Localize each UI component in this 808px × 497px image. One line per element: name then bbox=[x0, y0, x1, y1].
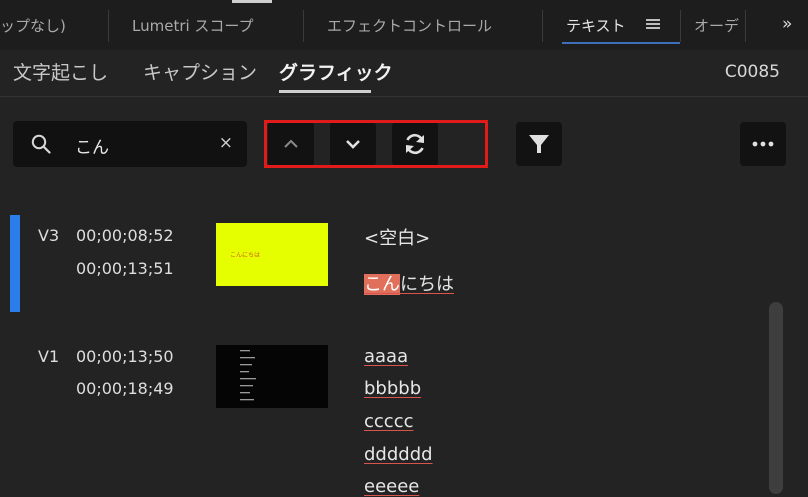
panel-accent bbox=[232, 0, 272, 3]
tab-divider bbox=[108, 10, 109, 42]
selected-row-indicator bbox=[10, 215, 20, 312]
caption-line[interactable]: ccccc bbox=[364, 411, 413, 432]
text-panel-tabs: 文字起こし キャプション グラフィック C0085 bbox=[0, 50, 808, 97]
panel-tab-text[interactable]: テキスト bbox=[566, 15, 626, 36]
out-timecode: 00;00;13;51 bbox=[76, 259, 174, 278]
caption-text-rest: にちは bbox=[400, 274, 454, 295]
active-tab-underline bbox=[279, 90, 371, 93]
search-input[interactable]: こん bbox=[75, 133, 109, 158]
tab-divider bbox=[680, 10, 681, 42]
search-icon bbox=[31, 134, 51, 154]
clear-search-icon[interactable]: × bbox=[219, 133, 233, 153]
tab-graphics[interactable]: グラフィック bbox=[279, 58, 393, 85]
in-timecode: 00;00;13;50 bbox=[76, 347, 174, 366]
panel-tab-program[interactable]: ップなし) bbox=[0, 15, 66, 36]
out-timecode: 00;00;18;49 bbox=[76, 379, 174, 398]
panel-menu-icon[interactable] bbox=[646, 19, 660, 29]
vertical-scrollbar[interactable] bbox=[769, 302, 783, 494]
track-label: V3 bbox=[38, 226, 60, 245]
caption-line[interactable]: aaaa bbox=[364, 346, 408, 367]
annotation-highlight-box bbox=[264, 120, 488, 168]
in-timecode: 00;00;08;52 bbox=[76, 226, 174, 245]
track-label: V1 bbox=[38, 347, 60, 366]
caption-line[interactable]: bbbbb bbox=[364, 378, 421, 399]
tab-divider bbox=[542, 10, 543, 42]
thumbnail-text: こんにちは bbox=[230, 252, 261, 259]
clip-thumbnail[interactable] bbox=[216, 345, 328, 408]
tab-captions[interactable]: キャプション bbox=[143, 58, 257, 85]
panel-tab-audio[interactable]: オーデ bbox=[694, 15, 739, 36]
more-dots-icon bbox=[752, 141, 774, 147]
search-match: こん bbox=[364, 274, 400, 295]
tab-divider bbox=[745, 10, 746, 42]
empty-caption[interactable]: <空白> bbox=[364, 224, 430, 250]
filter-button[interactable] bbox=[516, 122, 562, 166]
panel-tab-lumetri-scopes[interactable]: Lumetri スコープ bbox=[132, 15, 254, 36]
more-options-button[interactable] bbox=[740, 122, 786, 166]
filter-icon bbox=[529, 135, 549, 153]
tab-divider bbox=[303, 10, 304, 42]
clip-name: C0085 bbox=[724, 62, 780, 82]
caption-text[interactable]: こんにちは bbox=[364, 270, 454, 296]
thumbnail-text-lines bbox=[240, 350, 256, 401]
search-field[interactable]: こん × bbox=[13, 121, 247, 167]
panel-tab-effect-controls[interactable]: エフェクトコントロール bbox=[327, 15, 492, 36]
panel-tab-bar: ップなし) Lumetri スコープ エフェクトコントロール テキスト オーデ … bbox=[0, 0, 808, 50]
caption-line[interactable]: dddddd bbox=[364, 444, 433, 465]
clip-thumbnail[interactable]: こんにちは bbox=[216, 223, 328, 286]
active-panel-underline bbox=[562, 42, 680, 44]
tab-transcript[interactable]: 文字起こし bbox=[13, 58, 108, 85]
more-panels-icon[interactable]: » bbox=[782, 14, 793, 34]
